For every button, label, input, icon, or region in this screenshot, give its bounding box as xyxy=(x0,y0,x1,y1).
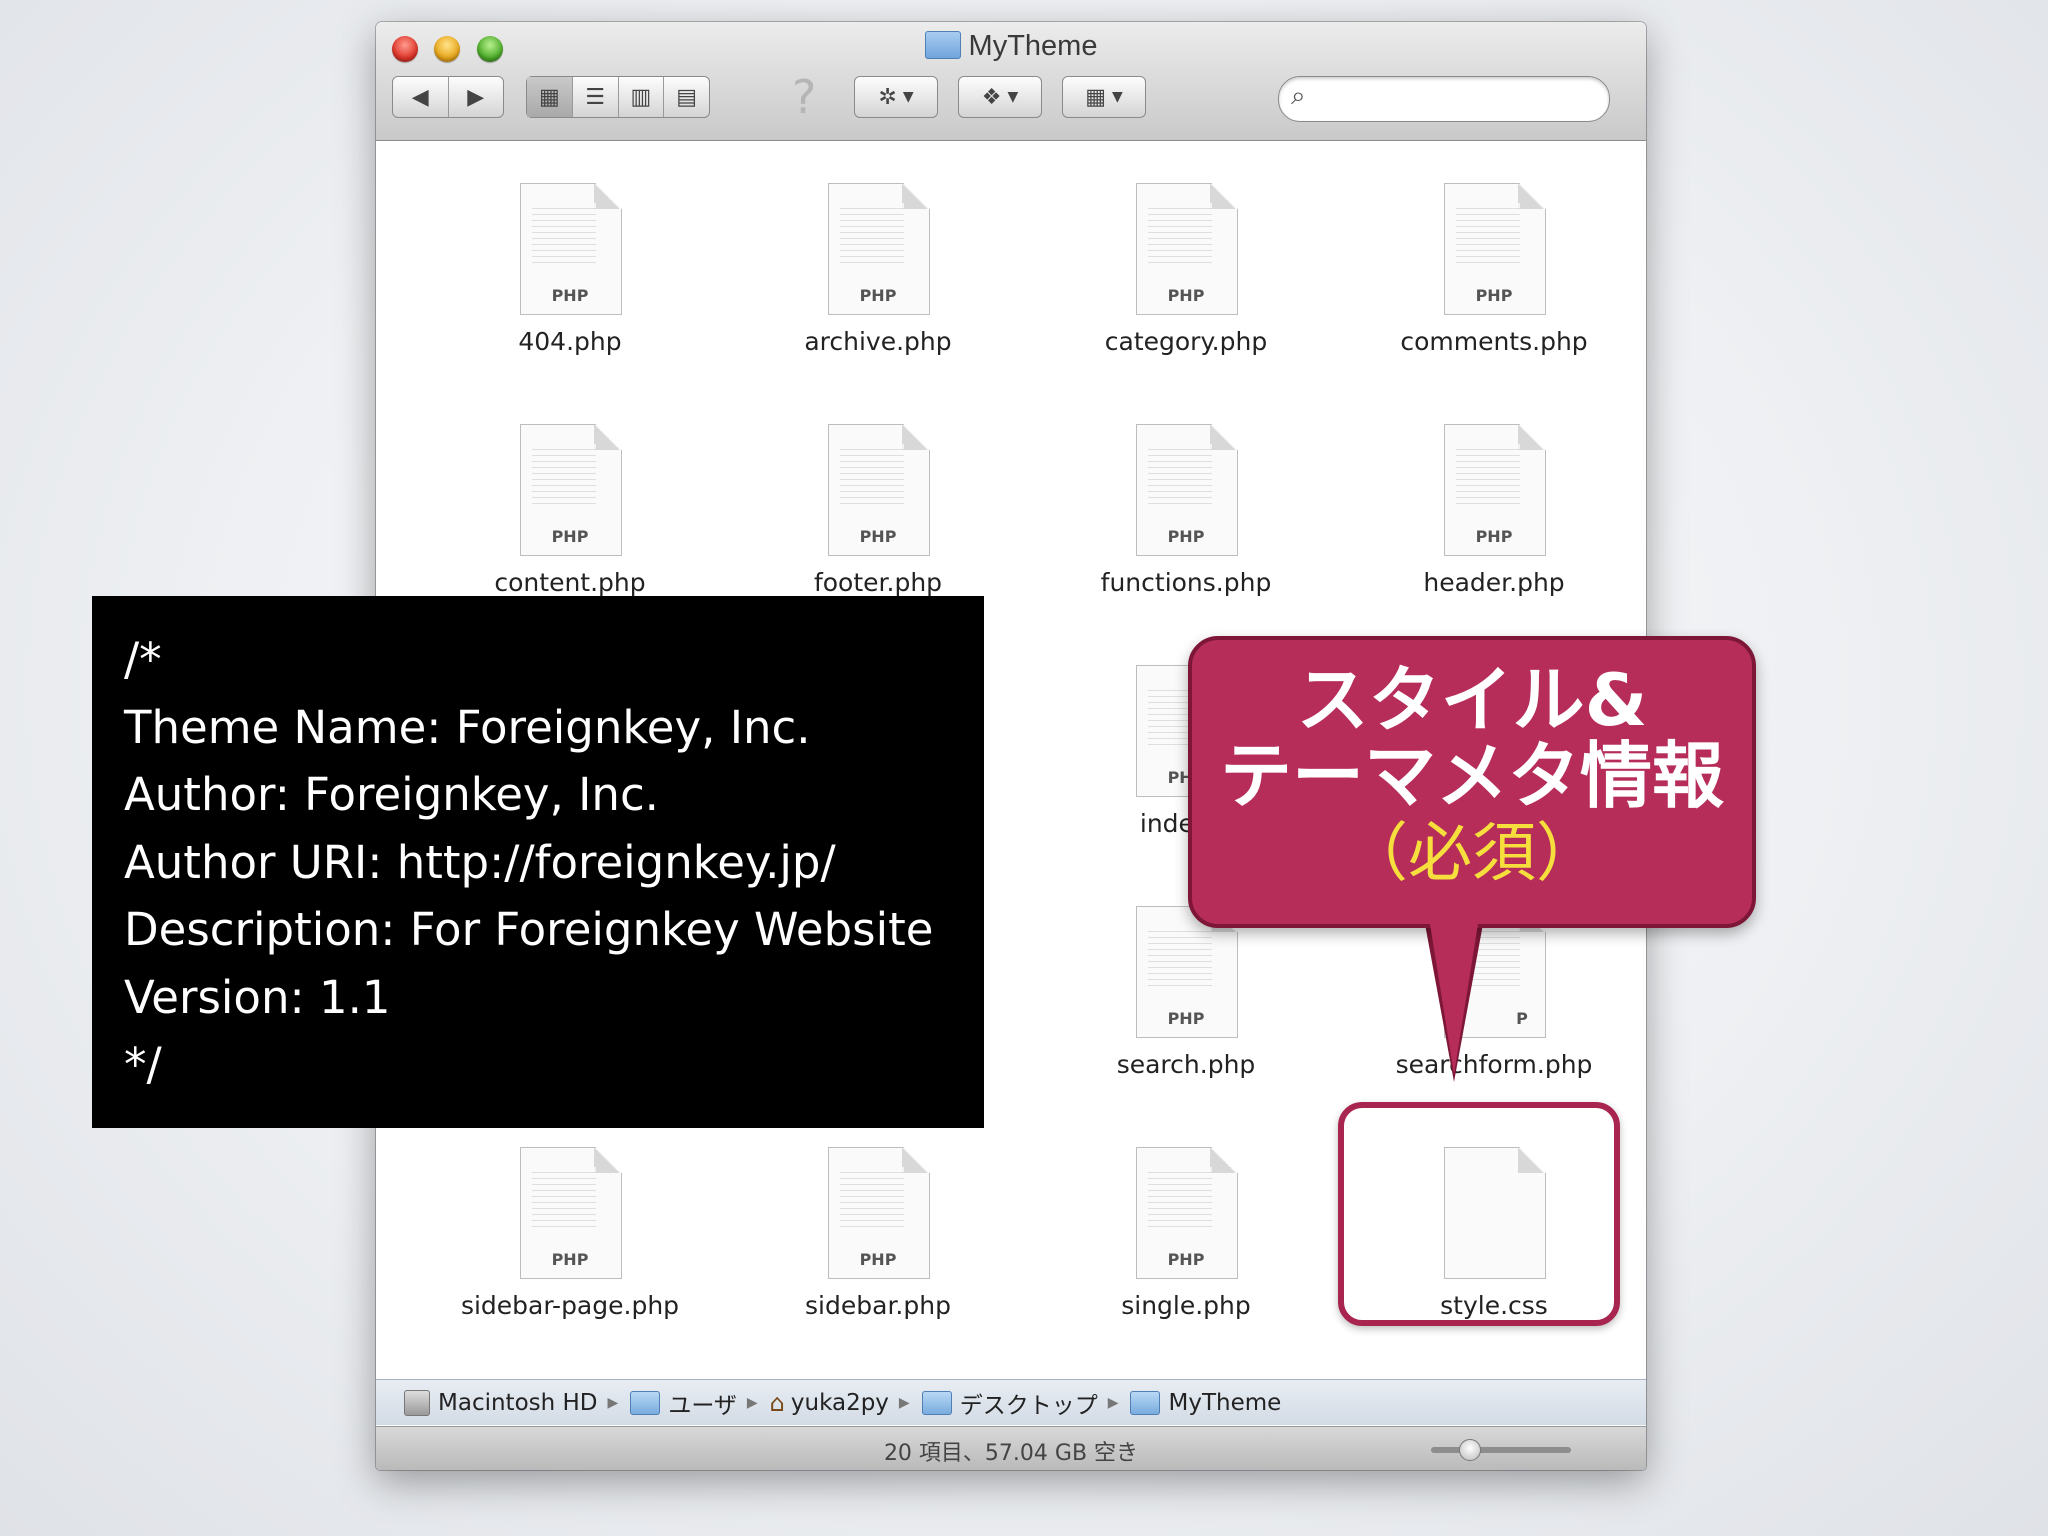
code-line: Description: For Foreignkey Website xyxy=(124,903,934,956)
file-item[interactable]: PHP search.php xyxy=(1036,906,1336,1079)
code-line: Version: 1.1 xyxy=(124,970,391,1024)
code-line: Author: Foreignkey, Inc. xyxy=(124,768,659,821)
status-bar: 20 項目、57.04 GB 空き xyxy=(376,1426,1646,1470)
folder-icon xyxy=(924,31,961,59)
callout-line2: テーマメタ情報 xyxy=(1219,734,1724,818)
php-file-icon: PHP xyxy=(1136,1147,1238,1279)
chevron-down-icon: ▼ xyxy=(1007,89,1019,105)
theme-header-code-panel: /* Theme Name: Foreignkey, Inc. Author: … xyxy=(92,596,984,1128)
file-name: functions.php xyxy=(1100,568,1272,597)
chevron-down-icon: ▼ xyxy=(902,89,914,105)
view-mode-control: ▦ ☰ ▥ ▤ xyxy=(526,76,710,118)
search-field[interactable]: ⌕ xyxy=(1278,76,1610,122)
php-file-icon: PHP xyxy=(520,1147,622,1279)
code-line: */ xyxy=(124,1038,162,1091)
file-item[interactable]: PHP category.php xyxy=(1036,183,1336,356)
forward-arrow-icon[interactable]: ▶ xyxy=(449,77,504,117)
file-name: searchform.php xyxy=(1395,1050,1593,1079)
code-line: Author URI: http://foreignkey.jp/ xyxy=(124,835,836,889)
slider-knob[interactable] xyxy=(1459,1439,1481,1461)
callout-pointer xyxy=(1430,924,1478,1074)
file-name: sidebar-page.php xyxy=(460,1291,680,1320)
file-name: content.php xyxy=(494,568,646,597)
code-line: /* xyxy=(124,633,162,686)
path-bar: Macintosh HD ▶ ユーザ ▶ ⌂ yuka2py ▶ デスクトップ ▶… xyxy=(376,1379,1646,1425)
file-item[interactable]: PHP header.php xyxy=(1344,424,1644,597)
dropbox-icon: ❖ xyxy=(981,84,1002,110)
folder-icon xyxy=(921,1390,952,1415)
php-file-icon: PHP xyxy=(828,183,930,315)
php-file-icon: PHP xyxy=(1136,183,1238,315)
file-name: category.php xyxy=(1104,327,1268,356)
file-item[interactable]: PHP comments.php xyxy=(1344,183,1644,356)
path-item-home[interactable]: ⌂ yuka2py xyxy=(770,1389,889,1417)
file-item[interactable]: PHP sidebar-page.php xyxy=(420,1147,720,1320)
php-file-icon: PHP xyxy=(1444,183,1546,315)
php-file-icon: PHP xyxy=(828,1147,930,1279)
file-item[interactable]: P searchform.php xyxy=(1344,906,1644,1079)
file-name: single.php xyxy=(1121,1291,1251,1320)
path-item-macintosh-hd[interactable]: Macintosh HD xyxy=(404,1389,598,1416)
coverflow-view-icon[interactable]: ▤ xyxy=(664,77,709,117)
file-name: comments.php xyxy=(1400,327,1588,356)
file-name: search.php xyxy=(1116,1050,1256,1079)
style-css-highlight xyxy=(1338,1102,1620,1326)
path-item-users[interactable]: ユーザ xyxy=(630,1386,737,1420)
icon-view-icon[interactable]: ▦ xyxy=(527,77,573,117)
file-name: 404.php xyxy=(518,327,622,356)
folder-icon xyxy=(630,1390,661,1415)
window-title: MyTheme xyxy=(376,30,1646,63)
chevron-down-icon: ▼ xyxy=(1112,89,1123,105)
column-view-icon[interactable]: ▥ xyxy=(619,77,665,117)
arrange-button[interactable]: ▦ ▼ xyxy=(1062,76,1146,118)
path-separator-icon: ▶ xyxy=(1107,1394,1119,1411)
help-icon: ? xyxy=(792,70,817,124)
path-separator-icon: ▶ xyxy=(746,1394,758,1411)
callout-line3: （必須） xyxy=(1344,817,1600,891)
titlebar: MyTheme ◀ ▶ ▦ ☰ ▥ ▤ ? ✲ ▼ ❖ ▼ ▦ ▼ ⌕ xyxy=(376,22,1646,141)
icon-size-slider[interactable] xyxy=(1431,1439,1571,1461)
php-file-icon: PHP xyxy=(520,183,622,315)
gear-icon: ✲ xyxy=(878,84,897,110)
file-item[interactable]: PHP sidebar.php xyxy=(728,1147,1028,1320)
dropbox-button[interactable]: ❖ ▼ xyxy=(958,76,1042,118)
arrange-icon: ▦ xyxy=(1085,84,1106,110)
back-arrow-icon[interactable]: ◀ xyxy=(393,77,449,117)
list-view-icon[interactable]: ☰ xyxy=(573,77,619,117)
path-separator-icon: ▶ xyxy=(898,1394,910,1411)
file-item[interactable]: PHP archive.php xyxy=(728,183,1028,356)
file-name: header.php xyxy=(1423,568,1565,597)
hard-disk-icon xyxy=(404,1389,430,1416)
file-item[interactable]: PHP functions.php xyxy=(1036,424,1336,597)
callout-line1: スタイル& xyxy=(1296,658,1648,742)
file-name: sidebar.php xyxy=(805,1291,951,1320)
file-name: archive.php xyxy=(804,327,952,356)
file-item[interactable]: PHP content.php xyxy=(420,424,720,597)
search-icon: ⌕ xyxy=(1291,81,1306,111)
window-title-text: MyTheme xyxy=(968,30,1098,62)
callout-bubble: スタイル& テーマメタ情報 （必須） xyxy=(1188,636,1756,928)
file-item[interactable]: PHP single.php xyxy=(1036,1147,1336,1320)
code-line: Theme Name: Foreignkey, Inc. xyxy=(124,700,811,754)
folder-icon xyxy=(1130,1390,1161,1415)
back-forward-control: ◀ ▶ xyxy=(392,76,504,118)
php-file-icon: PHP xyxy=(1136,424,1238,556)
php-file-icon: PHP xyxy=(520,424,622,556)
action-gear-button[interactable]: ✲ ▼ xyxy=(854,76,938,118)
file-item[interactable]: PHP footer.php xyxy=(728,424,1028,597)
path-item-desktop[interactable]: デスクトップ xyxy=(921,1386,1098,1420)
php-file-icon: PHP xyxy=(828,424,930,556)
path-item-mytheme[interactable]: MyTheme xyxy=(1130,1390,1281,1416)
path-separator-icon: ▶ xyxy=(607,1394,619,1411)
file-item[interactable]: PHP 404.php xyxy=(420,183,720,356)
php-file-icon: PHP xyxy=(1444,424,1546,556)
file-name: footer.php xyxy=(813,568,943,597)
home-icon: ⌂ xyxy=(769,1388,785,1417)
